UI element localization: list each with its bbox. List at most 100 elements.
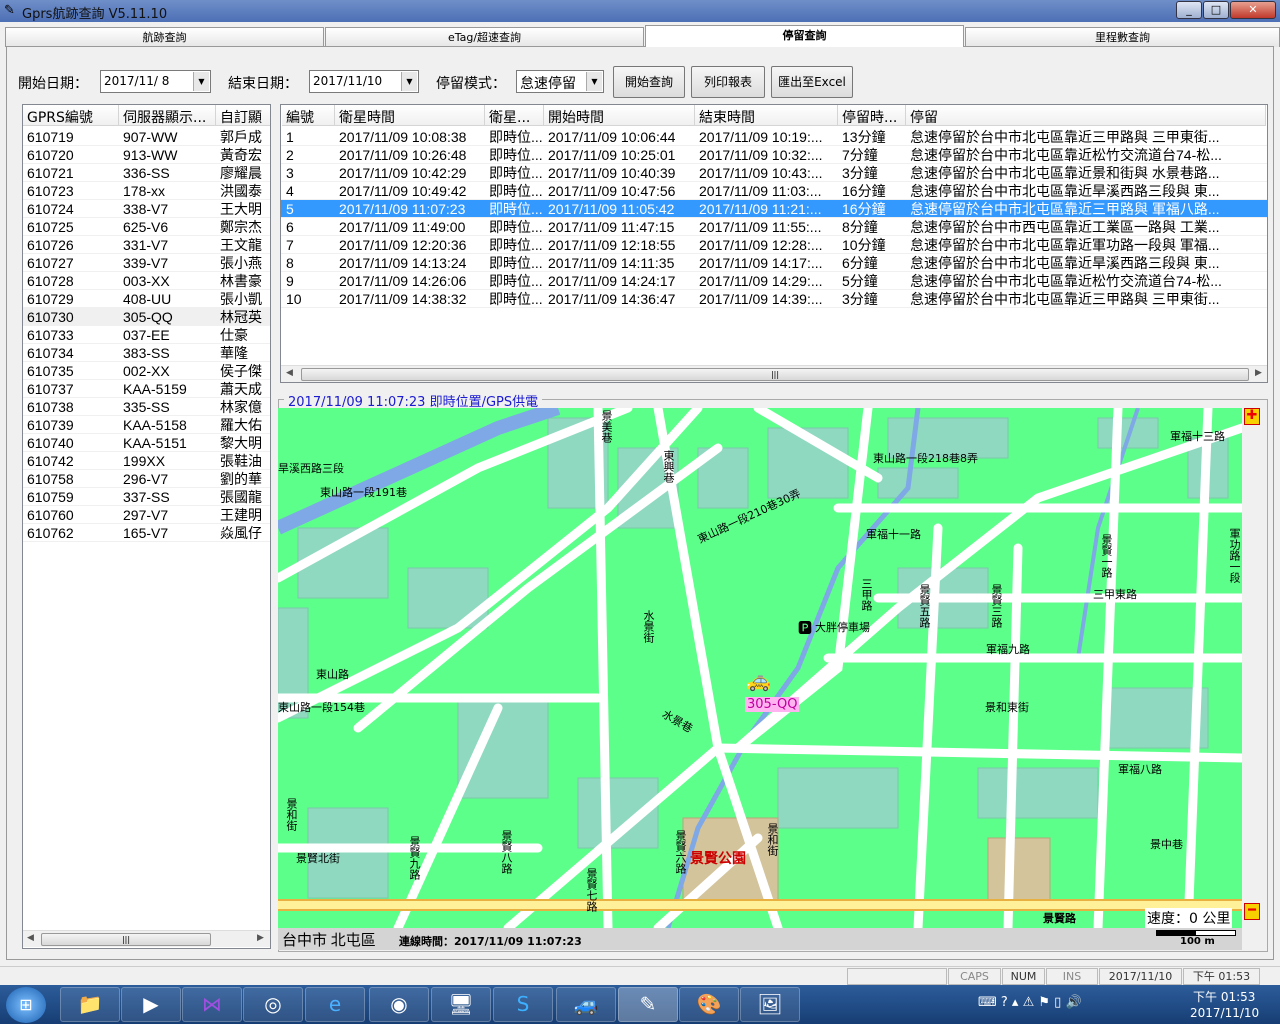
scroll-right-icon[interactable]: ▶ bbox=[257, 933, 264, 943]
stop-mode-select[interactable]: 怠速停留 ▼ bbox=[516, 70, 604, 93]
vehicle-list-scrollbar[interactable]: ◀ ||| ▶ bbox=[23, 930, 270, 947]
table-row[interactable]: 610760 297-V7 王建明 bbox=[23, 506, 270, 524]
table-row[interactable]: 8 2017/11/09 14:13:24 即時位... 2017/11/09 14:… bbox=[281, 254, 1267, 272]
table-row[interactable]: 7 2017/11/09 12:20:36 即時位... 2017/11/09 12:… bbox=[281, 236, 1267, 254]
internet-explorer-taskbar-icon[interactable]: e bbox=[305, 987, 365, 1022]
table-row[interactable]: 610738 335-SS 林家億 bbox=[23, 398, 270, 416]
street-label: 景賢一路 bbox=[1100, 534, 1113, 578]
table-row[interactable]: 610726 331-V7 王文龍 bbox=[23, 236, 270, 254]
media-player-taskbar-icon[interactable]: ▶ bbox=[121, 987, 181, 1022]
table-row[interactable]: 610727 339-V7 張小燕 bbox=[23, 254, 270, 272]
table-row[interactable]: 5 2017/11/09 11:07:23 即時位... 2017/11/09 11:… bbox=[281, 200, 1267, 218]
table-row[interactable]: 610740 KAA-5151 黎大明 bbox=[23, 434, 270, 452]
stop-records-table[interactable]: ◀ ||| ▶ 編號 衛星時間 衛星... 開始時間 結束時間 停留時... 停留 1 2017… bbox=[280, 104, 1268, 383]
map-view[interactable]: 旱溪西路三段 東山路一段191巷 東山路一段218巷8弄 軍福十三路 軍福十一路… bbox=[278, 408, 1242, 928]
stop-table-scrollbar[interactable]: ◀ ||| ▶ bbox=[281, 365, 1267, 382]
table-row[interactable]: 10 2017/11/09 14:38:32 即時位... 2017/11/09 14… bbox=[281, 290, 1267, 308]
scrollbar-thumb[interactable]: ||| bbox=[301, 368, 1249, 381]
chrome-taskbar-icon[interactable]: ◉ bbox=[369, 987, 429, 1022]
table-row[interactable]: 610735 002-XX 侯子傑 bbox=[23, 362, 270, 380]
street-label: 景賢七路 bbox=[585, 868, 598, 912]
export-excel-button[interactable]: 匯出至Excel bbox=[771, 66, 853, 98]
scroll-left-icon[interactable]: ◀ bbox=[27, 933, 34, 943]
chromium-taskbar-icon[interactable]: ◎ bbox=[243, 987, 303, 1022]
table-row[interactable]: 610742 199XX 張鞋油 bbox=[23, 452, 270, 470]
photo-viewer-taskbar-icon[interactable]: 🖼 bbox=[740, 987, 800, 1022]
column-header[interactable]: 衛星時間 bbox=[335, 105, 485, 126]
scroll-left-icon[interactable]: ◀ bbox=[286, 368, 293, 378]
table-row[interactable]: 610733 037-EE 仕豪 bbox=[23, 326, 270, 344]
explorer-taskbar-icon[interactable]: 📁 bbox=[60, 987, 120, 1022]
column-header[interactable]: 結束時間 bbox=[695, 105, 838, 126]
tab-etag-query[interactable]: eTag/超速查詢 bbox=[325, 27, 644, 47]
table-row[interactable]: 610739 KAA-5158 羅大佑 bbox=[23, 416, 270, 434]
table-row[interactable]: 610721 336-SS 廖耀晨 bbox=[23, 164, 270, 182]
scroll-right-icon[interactable]: ▶ bbox=[1255, 368, 1262, 378]
tab-track-query[interactable]: 航跡查詢 bbox=[5, 27, 324, 47]
remote-desktop-taskbar-icon[interactable]: 🖥 bbox=[431, 987, 491, 1022]
gps-car-taskbar-icon[interactable]: 🚙 bbox=[556, 987, 616, 1022]
table-row[interactable]: 610759 337-SS 張國龍 bbox=[23, 488, 270, 506]
table-row[interactable]: 9 2017/11/09 14:26:06 即時位... 2017/11/09 14:… bbox=[281, 272, 1267, 290]
vehicle-label[interactable]: 305-QQ bbox=[745, 697, 800, 712]
vehicle-list[interactable]: ◀ ||| ▶ GPRS編號 伺服器顯示... 自訂顯 610719 907-WW 郭戶成… bbox=[22, 104, 271, 949]
table-cell: 2017/11/09 10:06:44 bbox=[548, 129, 676, 145]
column-header[interactable]: 自訂顯 bbox=[216, 105, 270, 126]
table-row[interactable]: 610737 KAA-5159 蕭天成 bbox=[23, 380, 270, 398]
dropdown-arrow-icon[interactable]: ▼ bbox=[586, 72, 602, 91]
clock-time[interactable]: 下午 01:53 bbox=[1193, 988, 1255, 1005]
scrollbar-thumb[interactable]: ||| bbox=[41, 933, 211, 946]
column-header[interactable]: 停留時... bbox=[838, 105, 906, 126]
table-row[interactable]: 610724 338-V7 王大明 bbox=[23, 200, 270, 218]
column-header[interactable]: 編號 bbox=[282, 105, 335, 126]
print-report-button[interactable]: 列印報表 bbox=[691, 66, 765, 98]
start-button[interactable]: ⊞ bbox=[6, 987, 46, 1023]
table-row[interactable]: 610729 408-UU 張小凱 bbox=[23, 290, 270, 308]
table-row[interactable]: 3 2017/11/09 10:42:29 即時位... 2017/11/09 10:… bbox=[281, 164, 1267, 182]
paint-taskbar-icon[interactable]: 🎨 bbox=[679, 987, 739, 1022]
tab-mileage-query[interactable]: 里程數查詢 bbox=[965, 27, 1280, 47]
table-row[interactable]: 610730 305-QQ 林冠英 bbox=[23, 308, 270, 326]
column-header[interactable]: 停留 bbox=[906, 105, 1266, 126]
table-cell: 337-SS bbox=[123, 489, 170, 505]
table-row[interactable]: 2 2017/11/09 10:26:48 即時位... 2017/11/09 10:… bbox=[281, 146, 1267, 164]
start-query-button[interactable]: 開始查詢 bbox=[613, 66, 685, 98]
table-cell: 610727 bbox=[27, 255, 74, 271]
column-header[interactable]: GPRS編號 bbox=[23, 105, 119, 126]
table-cell: 913-WW bbox=[123, 147, 178, 163]
table-row[interactable]: 610728 003-XX 林書豪 bbox=[23, 272, 270, 290]
street-label: 三甲東路 bbox=[1093, 588, 1137, 601]
start-date-picker[interactable]: 2017/11/ 8 ▼ bbox=[100, 70, 211, 93]
clock-date[interactable]: 2017/11/10 bbox=[1190, 1006, 1259, 1020]
maximize-button[interactable]: □ bbox=[1203, 1, 1229, 19]
dropdown-arrow-icon[interactable]: ▼ bbox=[193, 72, 209, 91]
close-button[interactable]: ✕ bbox=[1230, 1, 1276, 19]
end-date-picker[interactable]: 2017/11/10 ▼ bbox=[309, 70, 419, 93]
visual-studio-taskbar-icon[interactable]: ⋈ bbox=[182, 987, 242, 1022]
table-row[interactable]: 6 2017/11/09 11:49:00 即時位... 2017/11/09 11:… bbox=[281, 218, 1267, 236]
column-header[interactable]: 伺服器顯示... bbox=[119, 105, 216, 126]
minimize-button[interactable]: _ bbox=[1176, 1, 1202, 19]
table-cell: 即時位... bbox=[489, 255, 543, 271]
gprs-app-taskbar-icon[interactable]: ✎ bbox=[618, 987, 678, 1022]
table-row[interactable]: 4 2017/11/09 10:49:42 即時位... 2017/11/09 10:… bbox=[281, 182, 1267, 200]
table-row[interactable]: 610734 383-SS 華隆 bbox=[23, 344, 270, 362]
tray-icons[interactable]: ⌨ ? ▴ ⚠ ⚑ ▯ 🔊 bbox=[978, 995, 1082, 1010]
table-row[interactable]: 610758 296-V7 劉的華 bbox=[23, 470, 270, 488]
dropdown-arrow-icon[interactable]: ▼ bbox=[401, 72, 417, 91]
table-cell: 13分鐘 bbox=[842, 129, 886, 145]
vehicle-car-icon[interactable]: 🚕 bbox=[746, 668, 771, 692]
tab-stop-query[interactable]: 停留查詢 bbox=[645, 25, 964, 47]
column-header[interactable]: 開始時間 bbox=[544, 105, 695, 126]
table-row[interactable]: 610725 625-V6 鄭宗杰 bbox=[23, 218, 270, 236]
table-row[interactable]: 610719 907-WW 郭戶成 bbox=[23, 128, 270, 146]
table-row[interactable]: 610762 165-V7 焱風仔 bbox=[23, 524, 270, 542]
table-row[interactable]: 1 2017/11/09 10:08:38 即時位... 2017/11/09 10:… bbox=[281, 128, 1267, 146]
zoom-out-button[interactable]: ━ bbox=[1244, 903, 1260, 920]
column-header[interactable]: 衛星... bbox=[485, 105, 544, 126]
table-cell: 165-V7 bbox=[123, 525, 169, 541]
zoom-in-button[interactable]: ✚ bbox=[1244, 408, 1260, 425]
table-row[interactable]: 610723 178-xx 洪國泰 bbox=[23, 182, 270, 200]
skype-taskbar-icon[interactable]: S bbox=[493, 987, 553, 1022]
table-row[interactable]: 610720 913-WW 黃奇宏 bbox=[23, 146, 270, 164]
